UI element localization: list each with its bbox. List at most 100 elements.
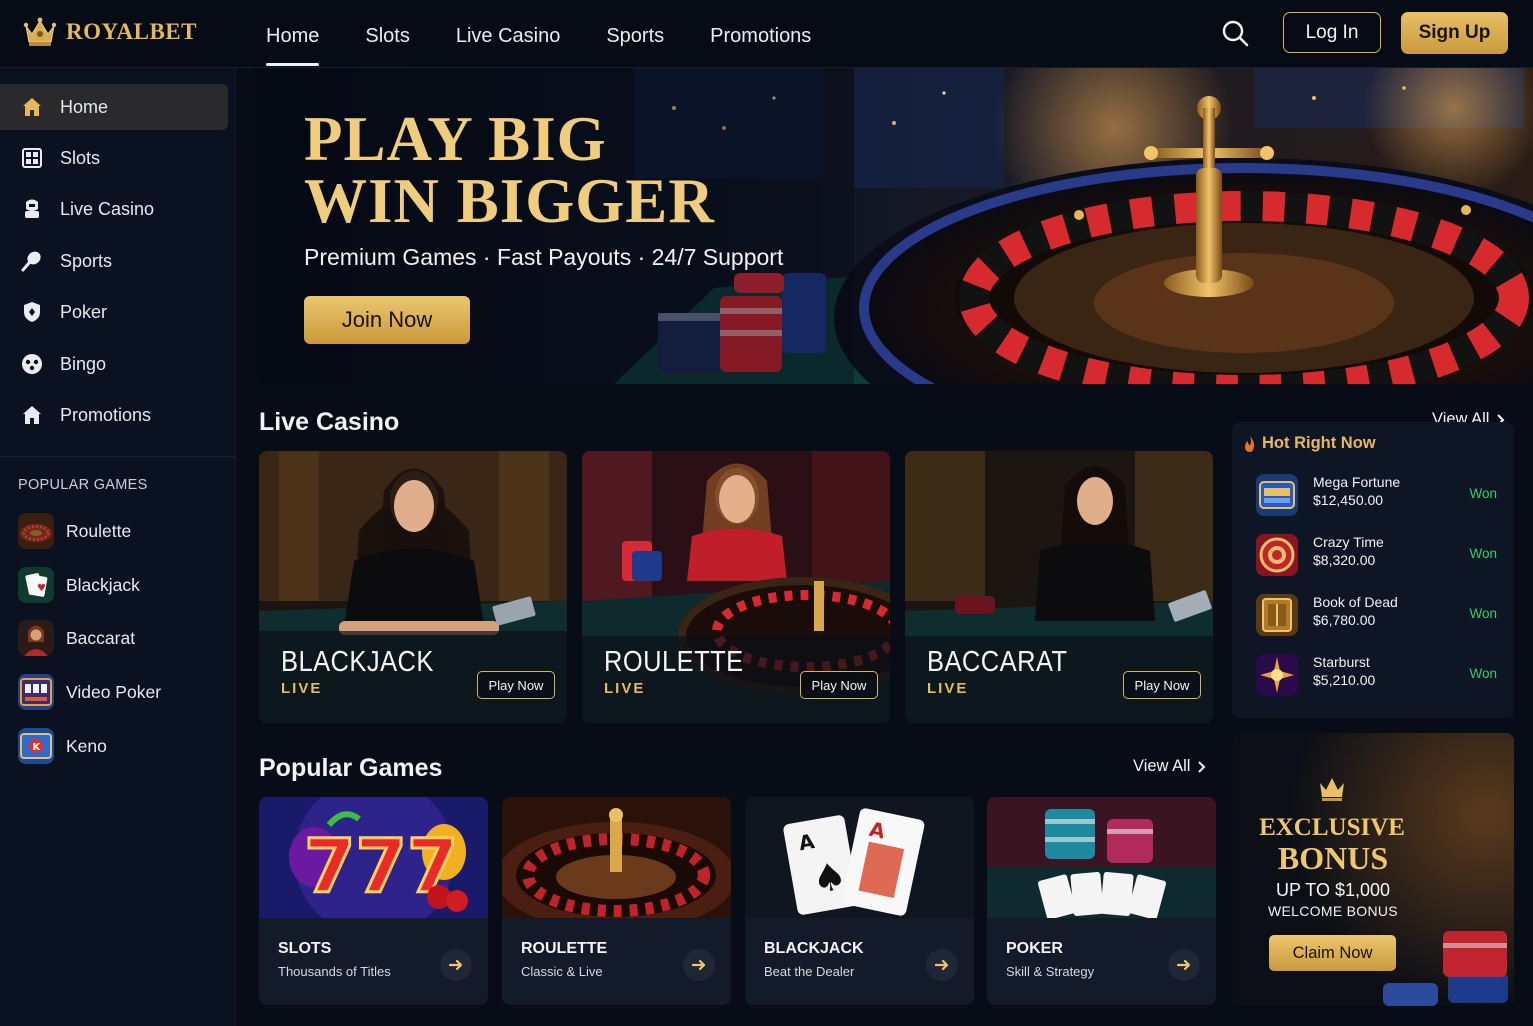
sidebar-item-sports[interactable]: Sports: [0, 238, 228, 284]
arrow-right-icon[interactable]: [1168, 949, 1200, 981]
nav-sports[interactable]: Sports: [606, 0, 664, 68]
brand-logo[interactable]: ROYALBET: [22, 14, 197, 50]
hot-game-name: Crazy Time: [1313, 534, 1384, 550]
crown-icon: [23, 17, 57, 46]
sidebar-popular-blackjack[interactable]: ♥ Blackjack: [0, 563, 228, 607]
live-card-name: ROULETTE: [604, 646, 744, 678]
poker-chips-image: [987, 797, 1216, 918]
mega-fortune-thumbnail: [1256, 474, 1298, 516]
hot-amount: $12,450.00: [1313, 492, 1384, 508]
bonus-title-line2: BONUS: [1277, 840, 1389, 876]
won-status: Won: [1469, 486, 1497, 501]
hot-row[interactable]: Crazy Time $8,320.00 Won: [1256, 530, 1506, 578]
live-card-roulette[interactable]: ROULETTE LIVE Play Now: [582, 451, 890, 723]
arrow-right-icon[interactable]: [440, 949, 472, 981]
starburst-thumbnail: [1256, 654, 1298, 696]
dealer-icon: [20, 197, 44, 221]
game-name: ROULETTE: [521, 940, 608, 957]
roulette-wheel-image: [502, 797, 731, 918]
bonus-title-line1: EXCLUSIVE: [1259, 814, 1405, 841]
live-casino-title: Live Casino: [259, 408, 400, 436]
sidebar-popular-video-poker[interactable]: Video Poker: [0, 670, 228, 714]
play-now-button[interactable]: Play Now: [800, 671, 878, 699]
hot-amount: $6,780.00: [1313, 612, 1376, 628]
popular-label: Blackjack: [66, 574, 140, 595]
sidebar-item-bingo[interactable]: Bingo: [0, 341, 228, 387]
arrow-right-icon[interactable]: [683, 949, 715, 981]
hero-title: PLAY BIG WIN BIGGER: [304, 104, 715, 236]
sidebar-item-slots[interactable]: Slots: [0, 135, 228, 181]
sidebar-item-live-casino[interactable]: Live Casino: [0, 186, 228, 232]
sidebar-popular-keno[interactable]: K Keno: [0, 724, 228, 768]
popular-label: Baccarat: [66, 627, 136, 648]
live-card-blackjack[interactable]: BLACKJACK LIVE Play Now: [259, 451, 567, 723]
sidebar-item-promotions[interactable]: Promotions: [0, 392, 228, 438]
sidebar-popular-roulette[interactable]: Roulette: [0, 509, 228, 553]
sidebar-item-label: Live Casino: [60, 198, 155, 219]
game-name: POKER: [1006, 940, 1063, 957]
svg-text:♥: ♥: [37, 583, 46, 594]
hero-banner: PLAY BIG WIN BIGGER Premium Games · Fast…: [254, 68, 1533, 384]
game-subtitle: Classic & Live: [521, 964, 603, 979]
sidebar-item-label: Home: [60, 96, 109, 117]
sidebar-divider: [0, 456, 236, 457]
popular-games-view-all[interactable]: View All: [1133, 757, 1206, 776]
promotions-house-icon: [20, 403, 44, 427]
nav-home[interactable]: Home: [266, 0, 320, 68]
blackjack-thumbnail: ♥: [18, 567, 54, 603]
sidebar-item-label: Promotions: [60, 404, 152, 425]
login-button[interactable]: Log In: [1283, 12, 1381, 53]
game-card-roulette[interactable]: ROULETTE Classic & Live: [502, 797, 731, 1005]
hot-game-name: Book of Dead: [1313, 594, 1398, 610]
hot-right-now-panel: Hot Right Now Mega Fortune $12,450.00 Wo…: [1232, 422, 1514, 718]
video-poker-thumbnail: [18, 674, 54, 710]
signup-button[interactable]: Sign Up: [1401, 12, 1508, 54]
hot-row[interactable]: Starburst $5,210.00 Won: [1256, 650, 1506, 698]
hot-game-name: Mega Fortune: [1313, 474, 1401, 490]
game-subtitle: Thousands of Titles: [278, 964, 391, 979]
live-card-name: BLACKJACK: [281, 646, 434, 678]
exclusive-bonus-banner: EXCLUSIVE BONUS UP TO $1,000 WELCOME BON…: [1233, 733, 1514, 1006]
top-bar: ROYALBET Home Slots Live Casino Sports P…: [0, 0, 1533, 68]
popular-games-title: Popular Games: [259, 754, 443, 782]
arrow-right-icon[interactable]: [926, 949, 958, 981]
slots-grid-icon: [20, 146, 44, 170]
hot-row[interactable]: Mega Fortune $12,450.00 Won: [1256, 470, 1506, 518]
chevron-right-icon: [1198, 760, 1206, 773]
slots-777-image: 777: [259, 797, 488, 918]
play-now-button[interactable]: Play Now: [477, 671, 555, 699]
sidebar-item-poker[interactable]: Poker: [0, 289, 228, 335]
live-tag: LIVE: [281, 680, 323, 697]
nav-promotions[interactable]: Promotions: [710, 0, 811, 68]
game-card-slots[interactable]: 777 SLOTS Thousands of Titles: [259, 797, 488, 1005]
nav-live-casino[interactable]: Live Casino: [456, 0, 561, 68]
live-card-baccarat[interactable]: BACCARAT LIVE Play Now: [905, 451, 1213, 723]
won-status: Won: [1469, 606, 1497, 621]
popular-label: Keno: [66, 735, 107, 756]
hero-subtitle: Premium Games · Fast Payouts · 24/7 Supp…: [304, 244, 784, 270]
game-subtitle: Skill & Strategy: [1006, 964, 1095, 979]
sidebar: Home Slots Live Casino Sports Poker Bing…: [0, 68, 236, 1026]
game-card-blackjack[interactable]: A ♠ A BLACKJACK Beat the Dealer: [745, 797, 974, 1005]
crown-icon: [1320, 778, 1344, 801]
play-now-button[interactable]: Play Now: [1123, 671, 1201, 699]
live-tag: LIVE: [927, 680, 969, 697]
sidebar-popular-baccarat[interactable]: Baccarat: [0, 616, 228, 660]
nav-slots[interactable]: Slots: [365, 0, 409, 68]
hot-right-now-title: Hot Right Now: [1244, 434, 1376, 453]
game-name: BLACKJACK: [764, 940, 864, 957]
hot-row[interactable]: Book of Dead $6,780.00 Won: [1256, 590, 1506, 638]
popular-label: Video Poker: [66, 681, 162, 702]
svg-text:K: K: [33, 742, 42, 753]
racket-icon: [20, 249, 44, 273]
game-subtitle: Beat the Dealer: [764, 964, 855, 979]
game-card-poker[interactable]: POKER Skill & Strategy: [987, 797, 1216, 1005]
claim-now-button[interactable]: Claim Now: [1269, 935, 1396, 971]
keno-thumbnail: K: [18, 728, 54, 764]
bonus-caption: WELCOME BONUS: [1268, 903, 1398, 919]
live-card-name: BACCARAT: [927, 646, 1068, 678]
search-icon[interactable]: [1220, 18, 1250, 48]
join-now-button[interactable]: Join Now: [304, 296, 470, 344]
sidebar-item-label: Sports: [60, 250, 113, 271]
sidebar-item-home[interactable]: Home: [0, 84, 228, 130]
